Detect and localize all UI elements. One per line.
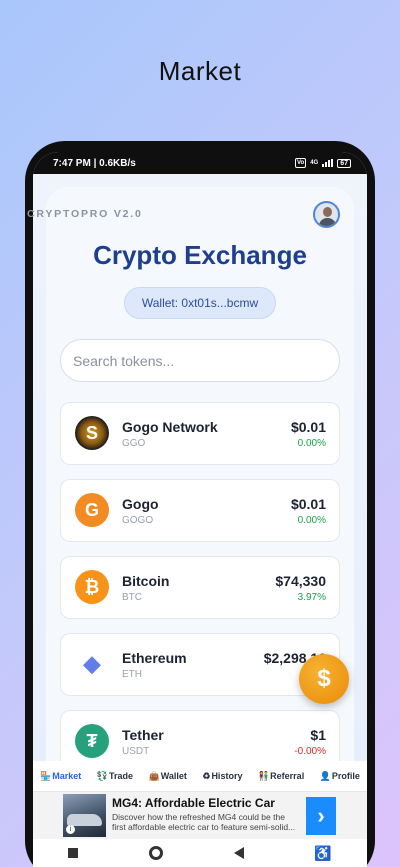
battery-icon: 67	[337, 158, 351, 168]
ad-arrow-button[interactable]: ›	[306, 797, 336, 835]
wallet-icon: 👜	[148, 770, 160, 781]
token-name: Gogo	[122, 496, 159, 512]
token-price: $74,330	[275, 573, 326, 589]
nav-label: History	[211, 771, 243, 781]
dollar-fab-button[interactable]: $	[299, 654, 349, 704]
system-nav-bar: ♿	[33, 839, 367, 867]
nav-trade[interactable]: 💱 Trade	[97, 771, 133, 782]
market-icon: 🏪	[40, 770, 52, 781]
nav-history[interactable]: ♻ History	[202, 771, 242, 782]
home-icon[interactable]	[148, 846, 163, 860]
token-price: $1	[310, 727, 326, 743]
ad-info-icon[interactable]: i	[66, 825, 75, 834]
nav-label: Trade	[108, 771, 133, 781]
nav-label: Wallet	[160, 771, 187, 781]
token-row[interactable]: ◆EthereumETH$2,298.165.	[60, 633, 340, 696]
profile-icon: 👤	[319, 770, 331, 781]
token-price: $0.01	[290, 496, 326, 512]
status-bar: 7:47 PM | 0.6KB/s Vo 4G 67	[33, 152, 367, 174]
nav-label: Profile	[331, 771, 360, 781]
nav-referral[interactable]: 👫 Referral	[258, 771, 304, 782]
tether-icon: ₮	[75, 724, 109, 758]
token-name: Gogo Network	[122, 419, 218, 435]
network-type: 4G	[310, 160, 319, 166]
back-icon[interactable]	[233, 847, 244, 859]
bitcoin-icon: ₿	[75, 570, 109, 604]
token-name: Bitcoin	[122, 573, 170, 589]
token-row[interactable]: G Gogo GOGO $0.01 0.00%	[60, 479, 340, 542]
ad-image[interactable]: i	[63, 794, 106, 837]
brand-label: CRYPTOPRO V2.0	[27, 208, 143, 220]
search-input[interactable]	[60, 339, 340, 382]
volte-icon: Vo	[294, 158, 307, 168]
token-name: Tether	[122, 727, 164, 743]
token-symbol: ETH	[122, 669, 142, 680]
status-icons: Vo 4G 67	[294, 158, 351, 168]
page-heading: Market	[158, 56, 242, 86]
token-name: Ethereum	[122, 650, 187, 666]
nav-wallet[interactable]: 👜 Wallet	[148, 771, 186, 782]
page-title: Crypto Exchange	[93, 240, 307, 270]
nav-label: Referral	[270, 771, 305, 781]
battery-level: 67	[340, 159, 348, 167]
ad-title[interactable]: MG4: Affordable Electric Car	[112, 796, 275, 810]
referral-icon: 👫	[257, 770, 270, 781]
nav-label: Market	[52, 771, 82, 781]
signal-icon	[322, 159, 334, 167]
nav-profile[interactable]: 👤 Profile	[320, 771, 360, 782]
token-row[interactable]: ₿ Bitcoin BTC $74,330 3.97%	[60, 556, 340, 619]
trade-icon: 💱	[96, 770, 108, 781]
token-price: $0.01	[290, 419, 326, 435]
wallet-address-pill[interactable]: Wallet: 0xt01s...bcmw	[124, 287, 276, 319]
token-change: -0.00%	[294, 746, 326, 757]
gogo-network-icon: S	[75, 416, 109, 450]
token-symbol: GGO	[122, 438, 146, 449]
token-list: S Gogo Network GGO $0.01 0.00% G Gogo GOGO $0.01…	[60, 402, 340, 787]
bottom-nav: 🏪 Market 💱 Trade 👜 Wallet ♻ History 👫 Referral 👤 Pr…	[33, 761, 367, 791]
token-change: 3.97%	[297, 592, 326, 603]
chevron-right-icon: ›	[317, 803, 325, 828]
nav-market[interactable]: 🏪 Market	[40, 771, 81, 782]
history-icon: ♻	[202, 770, 211, 781]
status-time: 7:47 PM | 0.6KB/s	[53, 157, 136, 169]
token-symbol: BTC	[122, 592, 142, 603]
avatar[interactable]	[313, 201, 340, 228]
token-symbol: GOGO	[122, 515, 154, 526]
token-change: 0.00%	[297, 438, 326, 449]
ad-description: Discover how the refreshed MG4 could be …	[112, 812, 296, 832]
recents-icon[interactable]	[68, 848, 79, 858]
token-change: 0.00%	[297, 515, 326, 526]
ad-banner[interactable]: i MG4: Affordable Electric Car Discover …	[33, 791, 367, 839]
token-symbol: USDT	[122, 746, 150, 757]
accessibility-icon[interactable]: ♿	[314, 845, 331, 862]
token-row[interactable]: S Gogo Network GGO $0.01 0.00%	[60, 402, 340, 465]
gogo-icon: G	[75, 493, 109, 527]
ethereum-icon: ◆	[83, 651, 101, 676]
